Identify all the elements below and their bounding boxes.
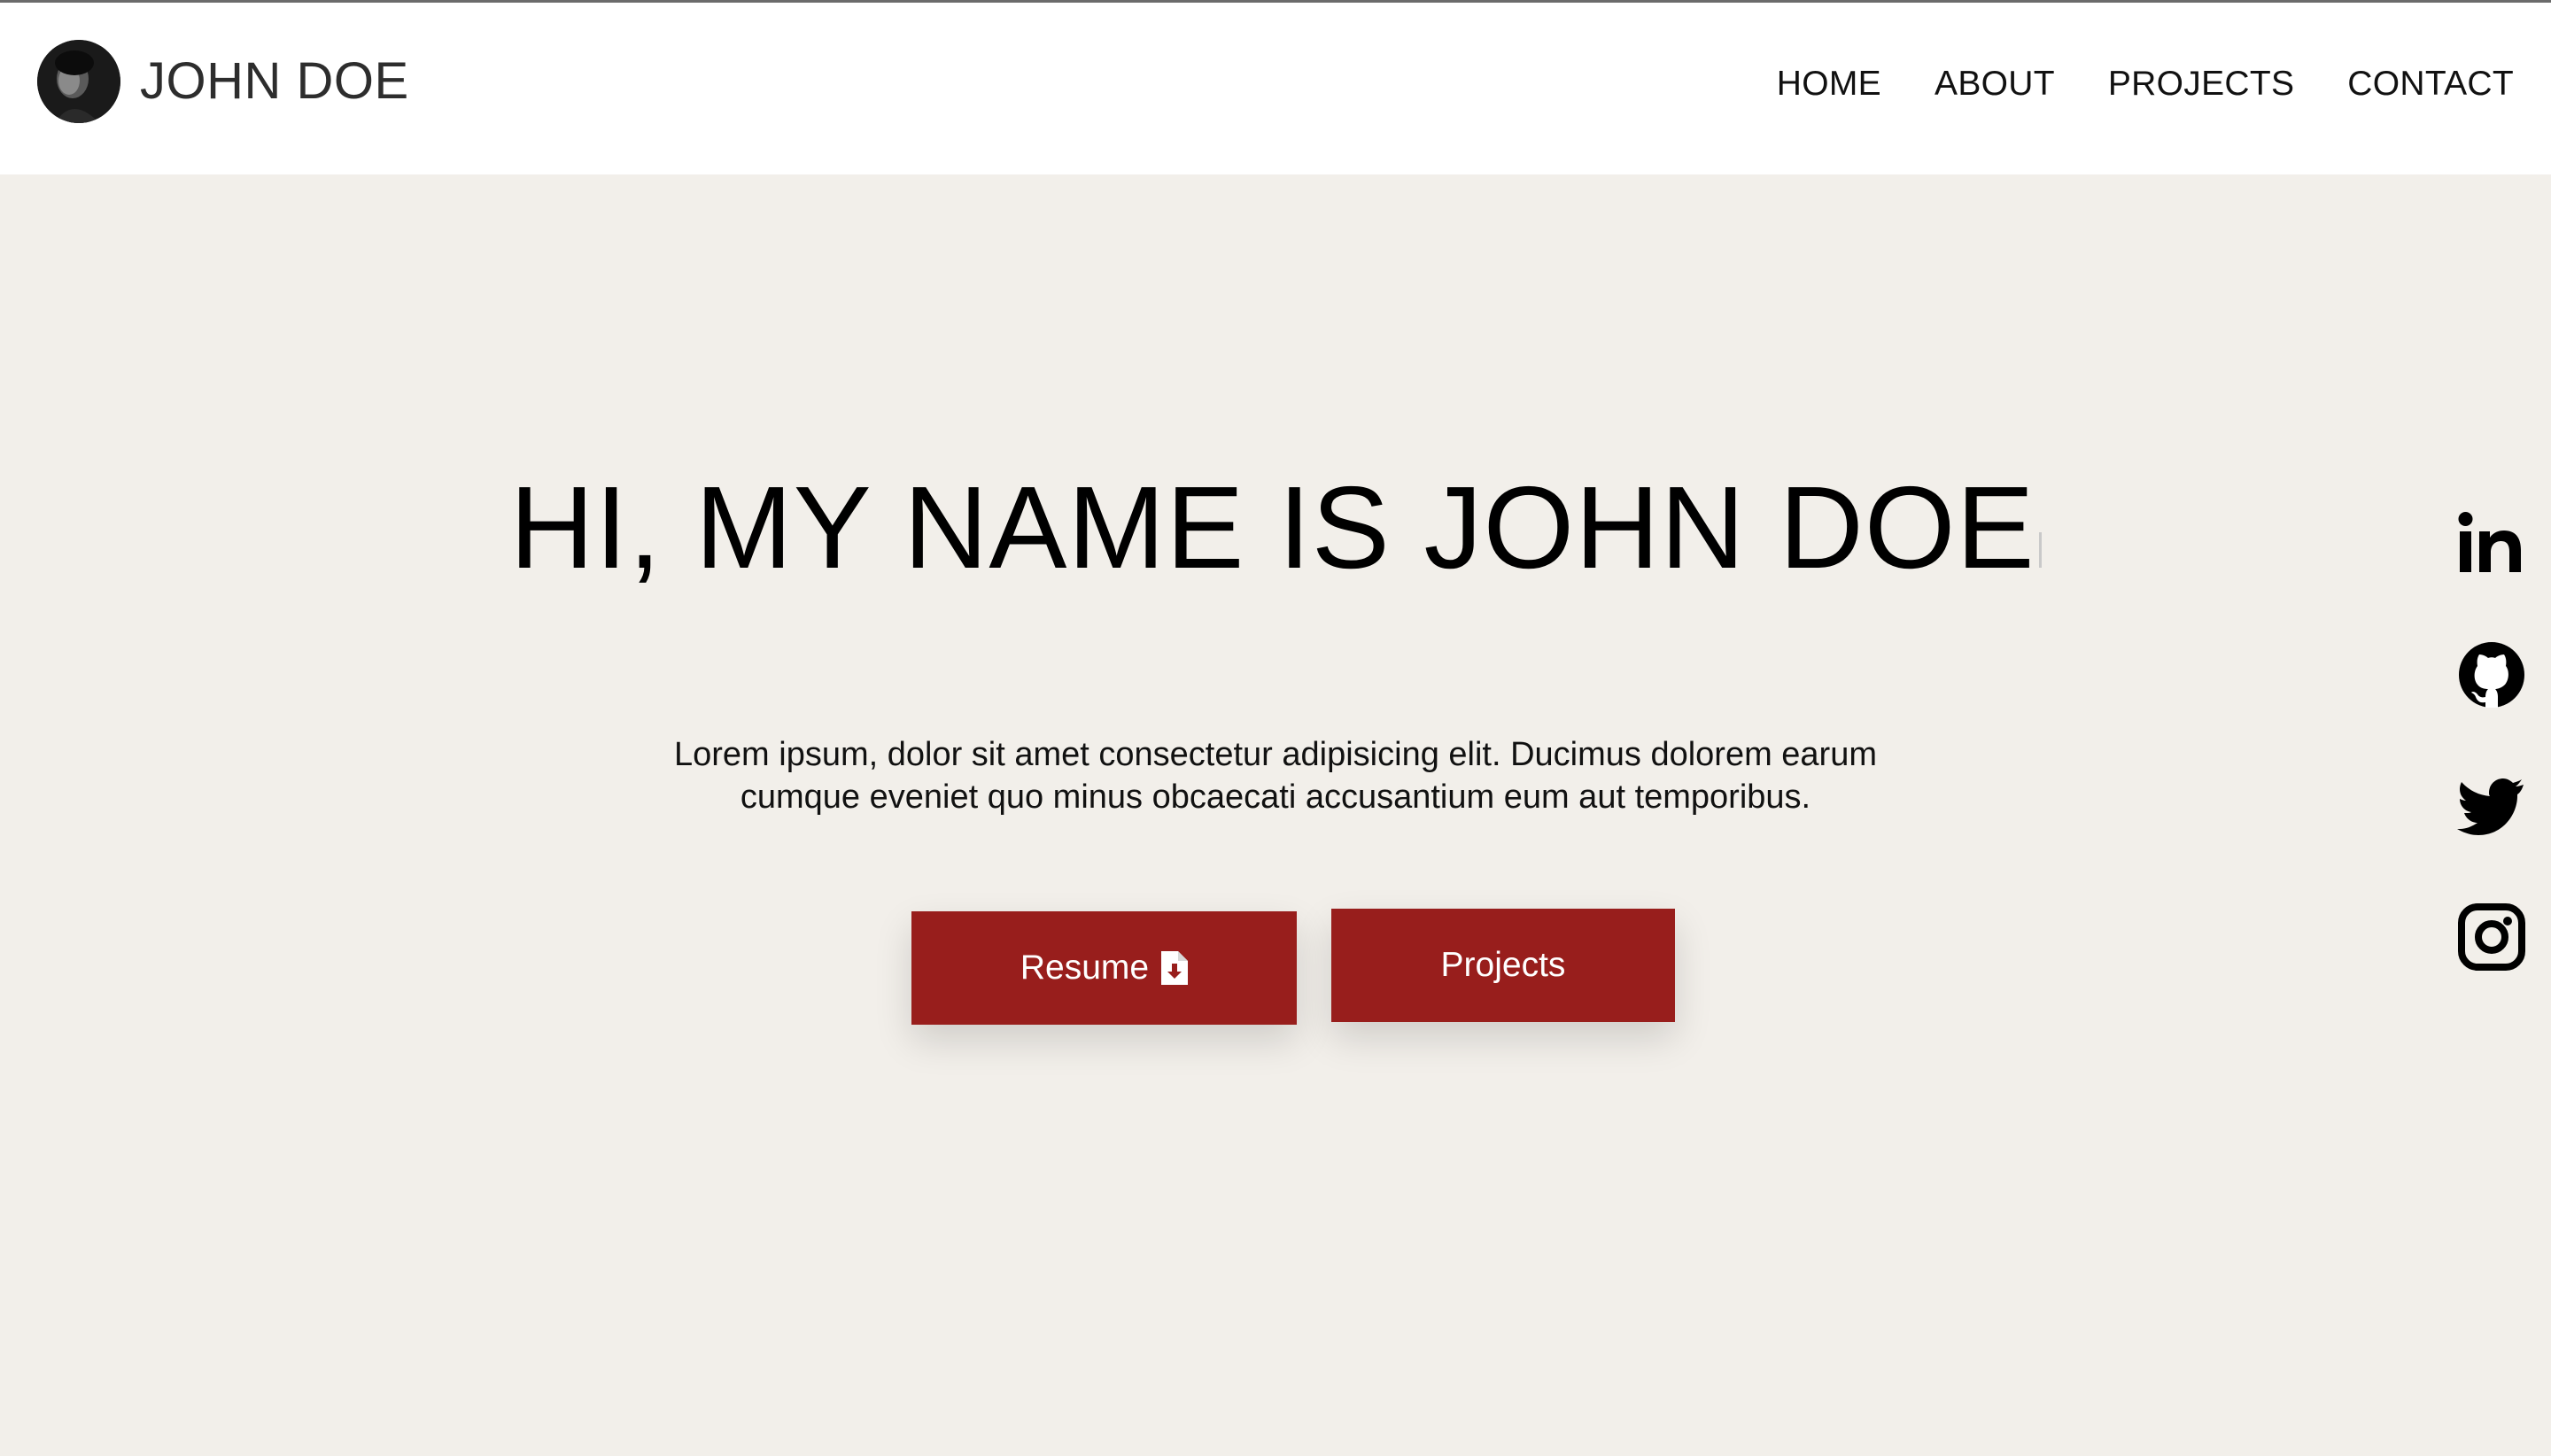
- hero-title-text: HI, MY NAME IS JOHN DOE: [509, 462, 2035, 592]
- resume-button[interactable]: Resume: [911, 911, 1297, 1025]
- hero-title: HI, MY NAME IS JOHN DOE: [0, 469, 2551, 586]
- instagram-icon: [2458, 903, 2525, 971]
- main-nav: HOME ABOUT PROJECTS CONTACT: [1777, 66, 2514, 101]
- hero-description: Lorem ipsum, dolor sit amet consectetur …: [674, 736, 1877, 816]
- typing-caret: [2038, 532, 2042, 568]
- resume-button-label: Resume: [1020, 949, 1150, 987]
- page: JOHN DOE HOME ABOUT PROJECTS CONTACT HI,…: [0, 0, 2551, 1456]
- navbar: JOHN DOE HOME ABOUT PROJECTS CONTACT: [0, 3, 2551, 174]
- nav-contact-link[interactable]: CONTACT: [2347, 66, 2514, 101]
- projects-button[interactable]: Projects: [1331, 909, 1675, 1022]
- github-icon: [2459, 642, 2524, 708]
- twitter-link[interactable]: [2456, 771, 2527, 841]
- file-download-icon: [1161, 951, 1189, 985]
- brand-link[interactable]: JOHN DOE: [37, 40, 409, 123]
- instagram-link[interactable]: [2456, 902, 2527, 972]
- linkedin-icon: [2458, 512, 2521, 572]
- nav-about-link[interactable]: ABOUT: [1935, 66, 2055, 101]
- nav-projects-link[interactable]: PROJECTS: [2108, 66, 2294, 101]
- avatar: [37, 40, 120, 123]
- nav-home-link[interactable]: HOME: [1777, 66, 1881, 101]
- brand-name: JOHN DOE: [140, 52, 409, 110]
- social-links: [2456, 508, 2527, 972]
- github-link[interactable]: [2456, 639, 2527, 710]
- linkedin-link[interactable]: [2456, 508, 2527, 579]
- projects-button-label: Projects: [1440, 946, 1566, 984]
- twitter-icon: [2457, 778, 2524, 835]
